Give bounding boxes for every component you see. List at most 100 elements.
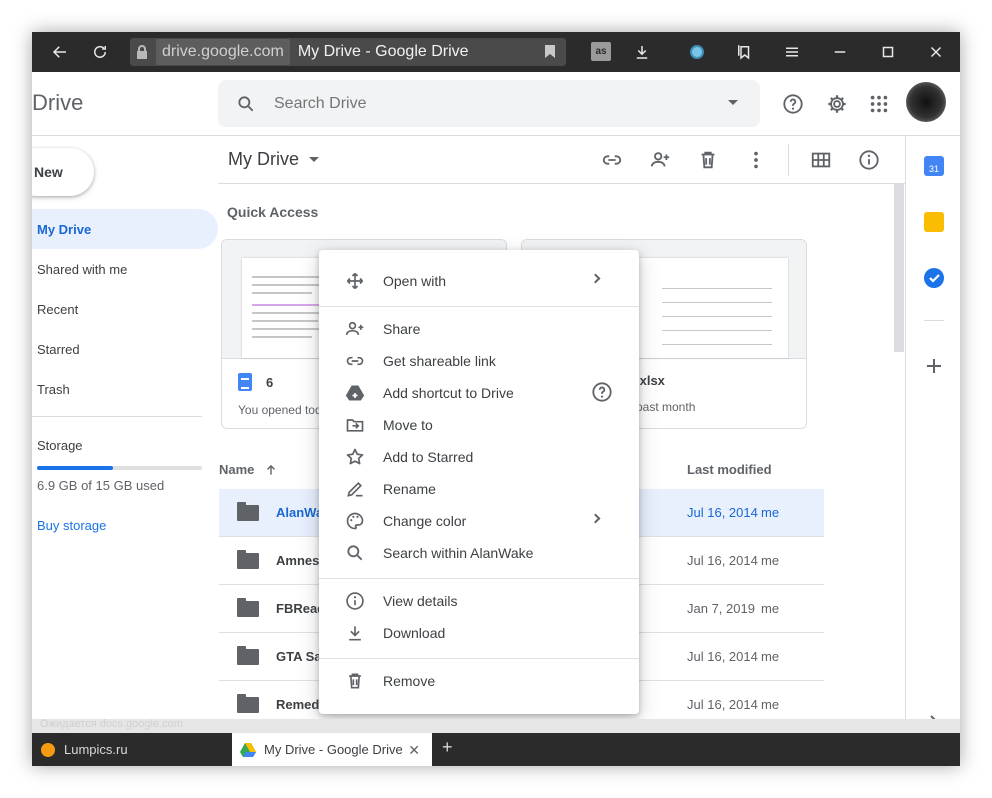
- sidebar-item-my-drive[interactable]: My Drive: [32, 209, 218, 249]
- google-drive-favicon-icon: [240, 742, 256, 757]
- lock-icon: [130, 45, 154, 59]
- folder-icon: [237, 550, 259, 569]
- main-divider: [218, 183, 906, 184]
- trash-icon[interactable]: [696, 148, 720, 172]
- sidebar-item-shared-with-me[interactable]: Shared with me: [32, 249, 218, 289]
- my-drive-title-menu[interactable]: My Drive: [228, 149, 319, 170]
- menu-item-share[interactable]: Share: [319, 313, 639, 345]
- reload-button[interactable]: [82, 32, 118, 72]
- search-input[interactable]: [274, 94, 694, 113]
- status-text: Ожидается docs.google.com: [40, 718, 183, 730]
- bookmark-icon[interactable]: [544, 44, 556, 64]
- menu-item-add-to-starred[interactable]: Add to Starred: [319, 441, 639, 473]
- storage-label[interactable]: Storage: [37, 438, 83, 453]
- move-to-icon: [343, 413, 367, 437]
- drive-brand[interactable]: Drive: [32, 90, 83, 116]
- close-window-button[interactable]: [918, 32, 954, 72]
- column-last-modified[interactable]: Last modified: [687, 462, 772, 477]
- sidebar-item-trash[interactable]: Trash: [32, 369, 218, 409]
- vertical-scrollbar[interactable]: [894, 184, 904, 352]
- menu-item-label: Add to Starred: [383, 449, 474, 465]
- info-icon[interactable]: [857, 148, 881, 172]
- sidebar-nav: My Drive Shared with me Recent Starred T…: [32, 209, 218, 409]
- chevron-down-icon: [309, 157, 319, 162]
- buy-storage-link[interactable]: Buy storage: [37, 518, 106, 533]
- menu-item-label: View details: [383, 593, 458, 609]
- menu-item-move-to[interactable]: Move to: [319, 409, 639, 441]
- toolbar-divider: [788, 144, 789, 176]
- browser-window: drive.google.com My Drive - Google Drive…: [32, 32, 960, 766]
- more-vert-icon[interactable]: [744, 148, 768, 172]
- url-page-title: My Drive - Google Drive: [297, 43, 469, 60]
- tasks-icon[interactable]: [924, 268, 944, 288]
- menu-item-view-details[interactable]: View details: [319, 585, 639, 617]
- context-menu: Open with Share Get shareable link Add s…: [319, 250, 639, 714]
- menu-item-label: Open with: [383, 273, 447, 289]
- maximize-button[interactable]: [870, 32, 906, 72]
- account-avatar[interactable]: [906, 82, 946, 122]
- file-modified-date: Jul 16, 2014: [687, 697, 758, 712]
- collections-icon: [738, 45, 750, 60]
- side-panel: 31: [905, 136, 960, 729]
- address-bar[interactable]: drive.google.com My Drive - Google Drive: [130, 38, 566, 66]
- menu-button[interactable]: [774, 32, 810, 72]
- menu-item-label: Get shareable link: [383, 353, 496, 369]
- sidebar-item-recent[interactable]: Recent: [32, 289, 218, 329]
- sort-by-name[interactable]: Name: [219, 462, 278, 477]
- add-addon-icon[interactable]: [924, 356, 944, 376]
- card-file-name: 6: [266, 374, 274, 390]
- search-icon: [343, 541, 367, 565]
- folder-icon: [237, 598, 259, 617]
- calendar-icon[interactable]: 31: [924, 156, 944, 176]
- menu-item-label: Add shortcut to Drive: [383, 385, 514, 401]
- get-link-icon[interactable]: [600, 148, 624, 172]
- close-tab-icon[interactable]: ✕: [408, 742, 420, 759]
- tab-lumpics[interactable]: Lumpics.ru: [32, 733, 232, 766]
- menu-item-open-with[interactable]: Open with: [319, 265, 639, 297]
- sidebar-item-starred[interactable]: Starred: [32, 329, 218, 369]
- hamburger-icon: [786, 47, 798, 57]
- lastfm-extension-icon[interactable]: as: [591, 42, 611, 61]
- downloads-button[interactable]: [624, 32, 660, 72]
- weather-extension-icon[interactable]: [690, 45, 704, 59]
- grid-view-icon[interactable]: [809, 148, 833, 172]
- folder-icon: [237, 694, 259, 713]
- add-person-icon[interactable]: [648, 148, 672, 172]
- storage-progress-bar: [37, 466, 202, 470]
- help-icon[interactable]: [591, 381, 613, 403]
- apps-grid-icon[interactable]: [867, 92, 891, 116]
- palette-icon: [343, 509, 367, 533]
- new-tab-plus-icon[interactable]: +: [442, 737, 453, 758]
- folder-icon: [237, 502, 259, 521]
- file-name: GTA Sa: [276, 649, 322, 664]
- menu-item-search-within[interactable]: Search within AlanWake: [319, 537, 639, 569]
- rename-icon: [343, 477, 367, 501]
- menu-item-remove[interactable]: Remove: [319, 665, 639, 697]
- storage-used-text: 6.9 GB of 15 GB used: [37, 478, 165, 493]
- menu-item-change-color[interactable]: Change color: [319, 505, 639, 537]
- file-owner: me: [761, 601, 780, 616]
- tab-label: Lumpics.ru: [64, 742, 128, 757]
- search-bar[interactable]: [218, 80, 760, 127]
- menu-item-rename[interactable]: Rename: [319, 473, 639, 505]
- new-button[interactable]: New: [32, 148, 94, 196]
- search-options-icon[interactable]: [728, 100, 738, 105]
- card-file-name: .xlsx: [636, 373, 665, 388]
- back-button[interactable]: [42, 32, 78, 72]
- tab-my-drive[interactable]: My Drive - Google Drive ✕: [232, 733, 432, 766]
- keep-icon[interactable]: [924, 212, 944, 232]
- browser-toolbar: drive.google.com My Drive - Google Drive…: [32, 32, 960, 72]
- minimize-button[interactable]: [822, 32, 858, 72]
- menu-item-download[interactable]: Download: [319, 617, 639, 649]
- help-icon[interactable]: [781, 92, 805, 116]
- search-icon[interactable]: [218, 94, 274, 114]
- close-icon: [930, 46, 942, 58]
- menu-item-get-link[interactable]: Get shareable link: [319, 345, 639, 377]
- settings-gear-icon[interactable]: [825, 92, 849, 116]
- collections-button[interactable]: [726, 32, 762, 72]
- menu-item-label: Remove: [383, 673, 436, 689]
- reload-icon: [94, 45, 106, 58]
- file-modified-date: Jan 7, 2019: [687, 601, 755, 616]
- file-owner: me: [761, 697, 780, 712]
- menu-item-add-shortcut[interactable]: Add shortcut to Drive: [319, 377, 639, 409]
